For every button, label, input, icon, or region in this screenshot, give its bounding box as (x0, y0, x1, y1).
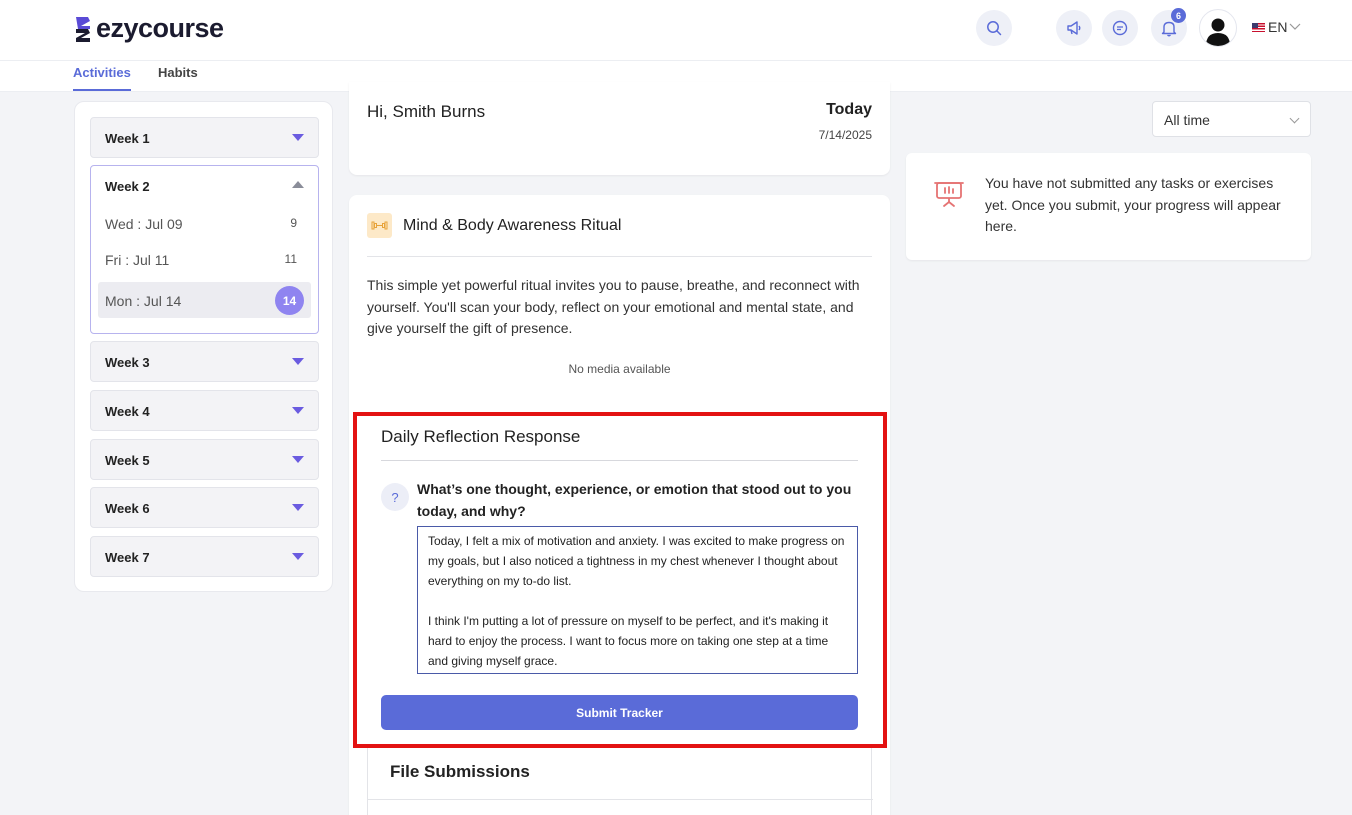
answer-paragraph-2: I think I'm putting a lot of pressure on… (428, 614, 829, 668)
chevron-down-icon (1289, 113, 1300, 124)
week-label[interactable]: Week 2 (105, 179, 150, 194)
divider (367, 256, 872, 257)
language-selector[interactable]: EN (1252, 19, 1301, 35)
chevron-down-icon (1290, 23, 1301, 30)
week-label: Week 5 (105, 453, 150, 468)
week-6-item[interactable]: Week 6 (90, 487, 319, 528)
chat-button[interactable] (1102, 10, 1138, 46)
notification-count-badge: 6 (1171, 8, 1186, 23)
logo-mark-icon (76, 16, 90, 42)
language-label: EN (1268, 19, 1288, 35)
current-date: 7/14/2025 (818, 128, 872, 142)
answer-paragraph-1: Today, I felt a mix of motivation and an… (428, 534, 845, 588)
notifications-button[interactable]: 6 (1151, 8, 1187, 46)
day-item-jul-11[interactable]: Fri : Jul 11 11 (98, 241, 311, 277)
caret-up-icon[interactable] (292, 181, 304, 188)
divider (381, 460, 858, 461)
chat-icon (1112, 20, 1128, 36)
time-filter-value: All time (1164, 112, 1210, 128)
file-submissions-title: File Submissions (390, 762, 530, 781)
progress-empty-card: You have not submitted any tasks or exer… (906, 153, 1311, 260)
week-label: Week 6 (105, 501, 150, 516)
us-flag-icon (1252, 22, 1265, 32)
user-avatar[interactable] (1199, 9, 1237, 47)
presentation-chart-icon (934, 182, 964, 207)
day-number: 9 (290, 216, 297, 230)
day-item-jul-09[interactable]: Wed : Jul 09 9 (98, 205, 311, 241)
divider (368, 799, 873, 800)
week-label: Week 4 (105, 404, 150, 419)
tab-habits[interactable]: Habits (158, 65, 198, 89)
day-label: Mon : Jul 14 (105, 293, 182, 309)
submit-tracker-button[interactable]: Submit Tracker (381, 695, 858, 730)
daily-reflection-section: Daily Reflection Response ? What’s one t… (353, 412, 887, 748)
question-mark-icon: ? (381, 483, 409, 511)
empty-progress-message: You have not submitted any tasks or exer… (985, 175, 1281, 234)
tab-activities[interactable]: Activities (73, 65, 131, 91)
week-1-item[interactable]: Week 1 (90, 117, 319, 158)
search-button[interactable] (976, 10, 1012, 46)
week-7-item[interactable]: Week 7 (90, 536, 319, 577)
activity-title: Mind & Body Awareness Ritual (403, 217, 622, 234)
today-label: Today (826, 101, 872, 118)
week-label: Week 1 (105, 131, 150, 146)
week-3-item[interactable]: Week 3 (90, 341, 319, 382)
greeting-text: Hi, Smith Burns (367, 102, 486, 121)
caret-down-icon (292, 134, 304, 141)
megaphone-icon (1067, 21, 1081, 35)
time-filter-select[interactable]: All time (1152, 101, 1311, 137)
dumbbell-icon (367, 213, 392, 238)
reflection-answer-textarea[interactable]: Today, I felt a mix of motivation and an… (417, 526, 858, 674)
caret-down-icon (292, 456, 304, 463)
top-header: ezycourse 6 EN (0, 0, 1352, 61)
user-icon (1206, 18, 1230, 46)
logo-text: ezycourse (96, 13, 224, 43)
week-label: Week 7 (105, 550, 150, 565)
reflection-title: Daily Reflection Response (381, 427, 581, 446)
activity-description: This simple yet powerful ritual invites … (367, 277, 860, 336)
day-item-jul-14[interactable]: Mon : Jul 14 14 (98, 282, 311, 318)
greeting-card: Hi, Smith Burns Today 7/14/2025 (349, 82, 890, 175)
search-icon (987, 21, 1002, 36)
day-label: Fri : Jul 11 (105, 252, 170, 268)
reflection-question: What’s one thought, experience, or emoti… (417, 481, 852, 519)
day-label: Wed : Jul 09 (105, 216, 183, 232)
file-submissions-section: File Submissions (367, 748, 873, 815)
day-number: 11 (284, 252, 297, 266)
week-5-item[interactable]: Week 5 (90, 439, 319, 480)
week-2-expanded: Week 2 Wed : Jul 09 9 Fri : Jul 11 11 Mo… (90, 165, 319, 334)
ezycourse-logo[interactable]: ezycourse (73, 13, 224, 44)
weeks-sidebar: Week 1 Week 2 Wed : Jul 09 9 Fri : Jul 1… (74, 101, 333, 592)
week-label: Week 3 (105, 355, 150, 370)
caret-down-icon (292, 553, 304, 560)
caret-down-icon (292, 504, 304, 511)
caret-down-icon (292, 407, 304, 414)
week-4-item[interactable]: Week 4 (90, 390, 319, 431)
announcements-button[interactable] (1056, 10, 1092, 46)
day-number-badge: 14 (275, 286, 304, 315)
caret-down-icon (292, 358, 304, 365)
no-media-message: No media available (568, 362, 671, 376)
